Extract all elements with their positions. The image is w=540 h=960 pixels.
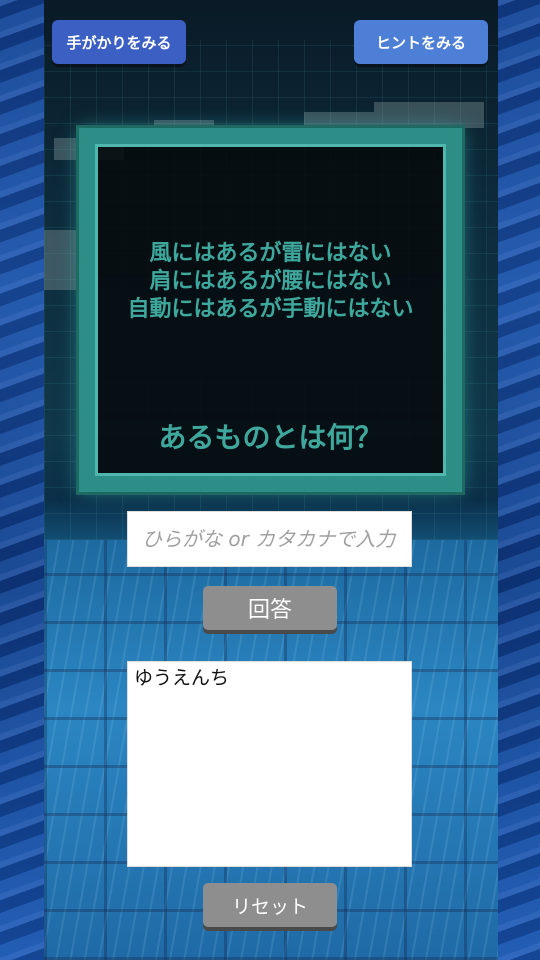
- answer-input[interactable]: [127, 511, 412, 567]
- answer-history-box: ゆうえんち: [127, 661, 412, 867]
- floating-tile: [374, 102, 484, 128]
- riddle-text: 風にはあるが雷にはない 肩にはあるが腰にはない 自動にはあるが手動にはない: [95, 240, 446, 324]
- right-water-background: [498, 0, 540, 960]
- submit-answer-button[interactable]: 回答: [203, 586, 337, 630]
- view-clue-button[interactable]: 手がかりをみる: [52, 20, 186, 64]
- reset-button[interactable]: リセット: [203, 883, 337, 927]
- floating-tile: [44, 230, 84, 290]
- history-entry: ゆうえんち: [134, 667, 230, 689]
- left-water-background: [0, 0, 44, 960]
- riddle-question: あるものとは何？: [158, 421, 383, 454]
- riddle-line-2: 肩にはあるが腰にはない: [149, 269, 392, 294]
- riddle-panel: 風にはあるが雷にはない 肩にはあるが腰にはない 自動にはあるが手動にはない ある…: [79, 128, 462, 492]
- riddle-line-1: 風にはあるが雷にはない: [149, 241, 392, 266]
- riddle-line-3: 自動にはあるが手動にはない: [127, 297, 414, 322]
- view-hint-button[interactable]: ヒントをみる: [354, 20, 488, 64]
